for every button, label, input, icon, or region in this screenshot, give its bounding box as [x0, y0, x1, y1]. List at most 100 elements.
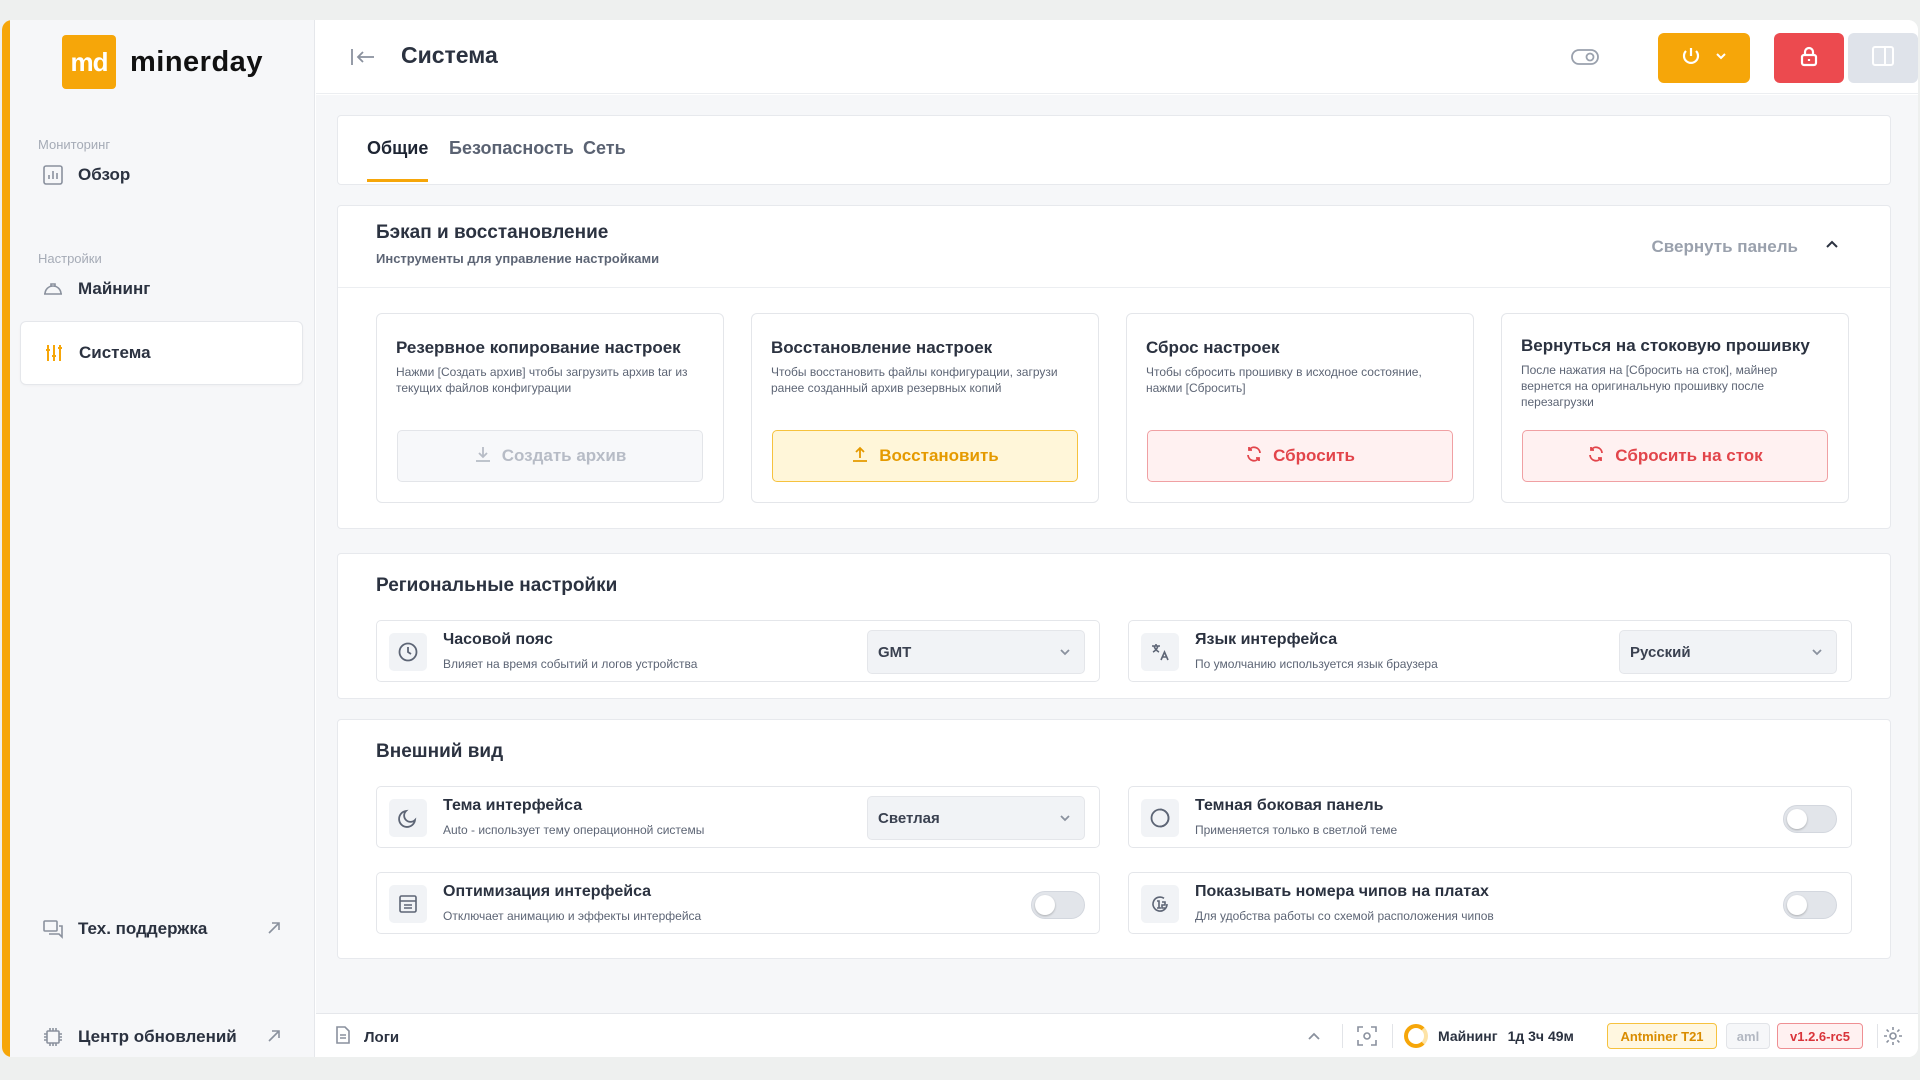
select-value: GMT [878, 643, 912, 661]
model-badge: Antminer T21 [1607, 1023, 1717, 1049]
accent-bar [2, 20, 10, 1057]
collapse-panel-button[interactable]: Свернуть панель [1652, 236, 1840, 257]
chip-numbers-setting: Показывать номера чипов на платах Для уд… [1128, 872, 1852, 934]
chevron-down-icon [1058, 811, 1072, 829]
translate-icon [1141, 633, 1179, 671]
uptime: 1д 3ч 49м [1507, 1028, 1574, 1044]
stock-option-title: Вернуться на стоковую прошивку [1521, 336, 1810, 355]
chevron-down-icon [1714, 49, 1728, 68]
sidebar-item-label: Майнинг [78, 279, 151, 298]
lock-button[interactable] [1774, 33, 1844, 83]
create-archive-button[interactable]: Создать архив [397, 430, 703, 482]
stock-option-desc: После нажатия на [Сбросить на сток], май… [1521, 363, 1778, 409]
reset-to-stock-button[interactable]: Сбросить на сток [1522, 430, 1828, 482]
lock-icon [1798, 45, 1820, 72]
backup-title: Бэкап и восстановление [376, 222, 609, 243]
version-badge: v1.2.6-rc5 [1777, 1023, 1863, 1049]
reset-option-title: Сброс настроек [1146, 338, 1280, 357]
sidebar-item-label: Система [79, 343, 151, 362]
divider [338, 287, 1890, 288]
refresh-icon [1245, 445, 1263, 468]
external-link-icon [265, 919, 283, 942]
chat-icon [42, 918, 64, 940]
main-content: Общие Безопасность Сеть Бэкап и восстано… [316, 95, 1918, 1013]
panel-icon [1871, 45, 1895, 72]
sidebar-item-label: Центр обновлений [78, 1027, 237, 1046]
collapse-label: Свернуть панель [1651, 236, 1798, 256]
chevron-up-icon[interactable] [1306, 1028, 1322, 1049]
optimization-desc: Отключает анимацию и эффекты интерфейса [443, 909, 702, 923]
chip-numbers-desc: Для удобства работы со схемой расположен… [1195, 909, 1494, 923]
backup-card: Бэкап и восстановление Инструменты для у… [337, 205, 1891, 529]
toggle-knob [1035, 895, 1055, 915]
moon-icon [389, 799, 427, 837]
select-value: Светлая [878, 809, 940, 827]
optimization-toggle[interactable] [1031, 891, 1085, 919]
download-icon [474, 445, 492, 468]
timezone-select[interactable]: GMT [867, 630, 1085, 674]
mining-status: Майнинг 1д 3ч 49м [1404, 1024, 1574, 1048]
sidebar-item-updates[interactable]: Центр обновлений [20, 1005, 303, 1057]
chevron-down-icon [1058, 645, 1072, 663]
sidebar: md minerday Мониторинг Обзор Настройки М… [10, 20, 315, 1057]
reset-option-desc: Чтобы сбросить прошивку в исходное состо… [1146, 365, 1422, 395]
tab-network[interactable]: Сеть [583, 138, 626, 182]
dark-sidebar-title: Темная боковая панель [1195, 797, 1384, 814]
toggle-panel-button[interactable] [1848, 33, 1918, 83]
theme-desc: Auto - использует тему операционной сист… [443, 823, 705, 837]
appearance-title: Внешний вид [376, 741, 504, 762]
button-label: Сбросить на сток [1615, 446, 1763, 465]
tabs-bar: Общие Безопасность Сеть [337, 115, 1891, 185]
restore-option-desc: Чтобы восстановить файлы конфигурации, з… [771, 365, 1058, 395]
sidebar-item-system[interactable]: Система [20, 321, 303, 385]
layout-icon [389, 885, 427, 923]
backup-subtitle: Инструменты для управление настройками [376, 251, 660, 266]
power-icon [1680, 45, 1702, 72]
refresh-icon [1587, 445, 1605, 468]
chip-icon [42, 1026, 64, 1048]
stock-firmware-option: Вернуться на стоковую прошивку После наж… [1501, 313, 1849, 503]
restore-option-title: Восстановление настроек [771, 338, 993, 357]
chip-numbers-toggle[interactable] [1783, 891, 1837, 919]
divider [1877, 1024, 1878, 1048]
locate-icon[interactable] [1356, 1025, 1378, 1052]
restore-button[interactable]: Восстановить [772, 430, 1078, 482]
logo-mark: md [62, 35, 116, 89]
dark-sidebar-desc: Применяется только в светлой теме [1195, 823, 1398, 837]
toggle-knob [1787, 895, 1807, 915]
sidebar-item-mining[interactable]: Майнинг [20, 257, 303, 321]
tab-general[interactable]: Общие [367, 138, 429, 182]
file-icon [334, 1025, 352, 1049]
button-label: Восстановить [879, 446, 999, 465]
select-value: Русский [1630, 643, 1691, 661]
chip-numbers-title: Показывать номера чипов на платах [1195, 883, 1489, 900]
timezone-setting: Часовой пояс Влияет на время событий и л… [376, 620, 1100, 682]
power-menu-button[interactable] [1658, 33, 1750, 83]
app-window: md minerday Мониторинг Обзор Настройки М… [2, 20, 1918, 1057]
sidebar-item-overview[interactable]: Обзор [20, 143, 303, 207]
tab-security[interactable]: Безопасность [449, 138, 574, 182]
chevron-up-icon [1824, 236, 1840, 257]
dark-sidebar-setting: Темная боковая панель Применяется только… [1128, 786, 1852, 848]
chip-number-icon [1141, 885, 1179, 923]
theme-select[interactable]: Светлая [867, 796, 1085, 840]
sidebar-item-support[interactable]: Тех. поддержка [20, 897, 303, 961]
theme-title: Тема интерфейса [443, 797, 583, 814]
collapse-sidebar-icon[interactable] [350, 46, 376, 73]
logs-button[interactable]: Логи [334, 1025, 399, 1049]
language-setting: Язык интерфейса По умолчанию используетс… [1128, 620, 1852, 682]
theme-toggle-icon[interactable] [1570, 47, 1600, 72]
aml-badge: aml [1726, 1023, 1770, 1049]
theme-setting: Тема интерфейса Auto - использует тему о… [376, 786, 1100, 848]
appearance-card: Внешний вид Тема интерфейса Auto - испол… [337, 719, 1891, 959]
reset-button[interactable]: Сбросить [1147, 430, 1453, 482]
dark-sidebar-toggle[interactable] [1783, 805, 1837, 833]
backup-option-desc: Нажми [Создать архив] чтобы загрузить ар… [396, 365, 688, 395]
logs-label: Логи [364, 1028, 400, 1046]
language-title: Язык интерфейса [1195, 631, 1338, 648]
gear-icon[interactable] [1882, 1025, 1904, 1052]
chevron-down-icon [1810, 645, 1824, 663]
language-select[interactable]: Русский [1619, 630, 1837, 674]
status-bar: Логи Майнинг 1д 3ч 49м Antminer T21 aml … [316, 1013, 1918, 1057]
logo[interactable]: md minerday [62, 35, 263, 89]
